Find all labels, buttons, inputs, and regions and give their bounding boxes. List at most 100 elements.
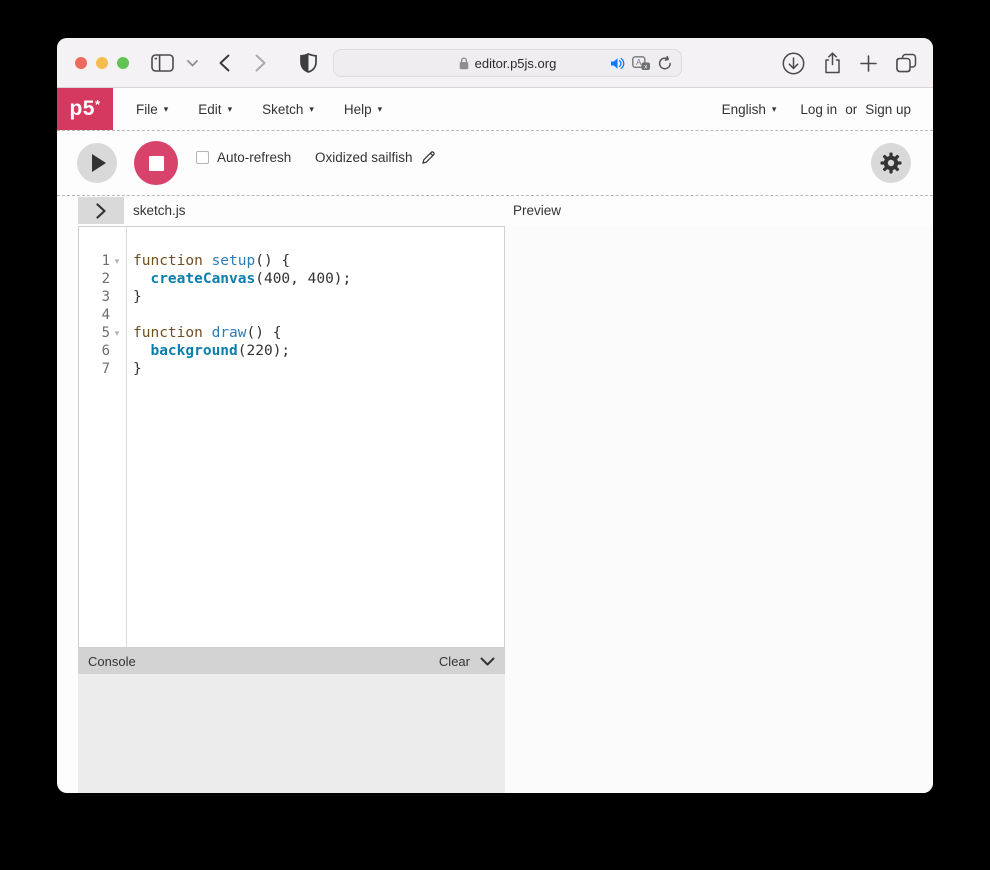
code-line[interactable]: }: [133, 360, 504, 378]
line-number: 5: [102, 325, 110, 341]
fold-arrow-icon[interactable]: ▾: [110, 256, 124, 267]
auto-refresh-checkbox[interactable]: [196, 151, 209, 164]
code-token: }: [133, 361, 142, 377]
line-number: 2: [102, 271, 110, 287]
sidebar-expand-button[interactable]: [78, 197, 124, 224]
chevron-down-icon[interactable]: [183, 38, 201, 88]
caret-down-icon: ▾: [378, 105, 383, 114]
menubar-right: English▾ Log in or Sign up: [722, 88, 933, 130]
minimize-window-button[interactable]: [96, 57, 108, 69]
auto-refresh-label: Auto-refresh: [217, 150, 291, 165]
browser-window: editor.p5js.org A x: [57, 38, 933, 793]
code-line[interactable]: createCanvas(400, 400);: [133, 270, 504, 288]
console-header: Console Clear: [78, 648, 505, 674]
p5-logo[interactable]: p5*: [57, 88, 113, 130]
line-number: 4: [102, 307, 110, 323]
screenshot-stage: editor.p5js.org A x: [0, 0, 990, 870]
p5-logo-text: p5: [69, 97, 95, 121]
stop-button[interactable]: [134, 141, 178, 185]
console-collapse-chevron-icon[interactable]: [480, 657, 495, 666]
auto-refresh-control: Auto-refresh: [196, 150, 291, 165]
line-number: 3: [102, 289, 110, 305]
url-bar[interactable]: editor.p5js.org A x: [333, 49, 682, 77]
zoom-window-button[interactable]: [117, 57, 129, 69]
settings-button[interactable]: [871, 143, 911, 183]
browser-chrome: editor.p5js.org A x: [57, 38, 933, 88]
gutter-row: 5▾: [79, 324, 126, 342]
new-tab-icon[interactable]: [856, 38, 880, 88]
gutter-row: 6: [79, 342, 126, 360]
code-line[interactable]: [133, 306, 504, 324]
close-window-button[interactable]: [75, 57, 87, 69]
gutter-row: 2: [79, 270, 126, 288]
code-token: draw: [212, 325, 247, 341]
code-line[interactable]: }: [133, 288, 504, 306]
console-title: Console: [88, 654, 136, 669]
line-number-gutter: 1▾2345▾67: [79, 227, 127, 647]
traffic-lights: [75, 57, 129, 69]
console-clear-button[interactable]: Clear: [439, 654, 470, 669]
gutter-row: 3: [79, 288, 126, 306]
forward-icon[interactable]: [249, 38, 271, 88]
line-number: 6: [102, 343, 110, 359]
url-bar-right-icons: A x: [610, 50, 672, 76]
share-icon[interactable]: [820, 38, 844, 88]
code-token: }: [133, 289, 142, 305]
code-content[interactable]: function setup() { createCanvas(400, 400…: [127, 227, 504, 647]
code-line[interactable]: background(220);: [133, 342, 504, 360]
tab-sketch-js[interactable]: sketch.js: [133, 203, 186, 218]
fold-arrow-icon[interactable]: ▾: [110, 328, 124, 339]
code-line[interactable]: function draw() {: [133, 324, 504, 342]
downloads-icon[interactable]: [780, 38, 806, 88]
menu-help-label: Help: [344, 102, 372, 117]
preview-label: Preview: [513, 203, 561, 218]
line-number: 1: [102, 253, 110, 269]
tab-row: sketch.js Preview: [57, 196, 933, 226]
code-token: function: [133, 253, 212, 269]
code-token: [133, 343, 150, 359]
code-line[interactable]: function setup() {: [133, 252, 504, 270]
menu-help[interactable]: Help ▾: [329, 88, 397, 130]
back-icon[interactable]: [213, 38, 235, 88]
gutter-row: 7: [79, 360, 126, 378]
svg-text:A: A: [636, 58, 642, 67]
code-token: (220);: [238, 343, 290, 359]
edit-pencil-icon[interactable]: [421, 150, 436, 165]
console-output: [78, 674, 505, 793]
login-link[interactable]: Log in: [800, 102, 837, 117]
editor-pane: 1▾2345▾67 function setup() { createCanva…: [78, 226, 505, 793]
line-number: 7: [102, 361, 110, 377]
menu-edit[interactable]: Edit▾: [183, 88, 247, 130]
caret-down-icon: ▾: [772, 105, 777, 114]
play-button[interactable]: [77, 143, 117, 183]
language-selector[interactable]: English▾: [722, 102, 777, 117]
gutter-row: 4: [79, 306, 126, 324]
preview-pane: [505, 226, 933, 793]
or-text: or: [845, 102, 857, 117]
menu-file[interactable]: File ▾: [121, 88, 183, 130]
code-token: () {: [255, 253, 290, 269]
code-token: setup: [212, 253, 256, 269]
main-area: 1▾2345▾67 function setup() { createCanva…: [57, 226, 933, 793]
caret-down-icon: ▾: [228, 105, 233, 114]
code-token: background: [150, 343, 237, 359]
tab-overview-icon[interactable]: [892, 38, 920, 88]
code-editor[interactable]: 1▾2345▾67 function setup() { createCanva…: [78, 226, 505, 648]
caret-down-icon: ▾: [309, 105, 314, 114]
shield-privacy-icon[interactable]: [296, 38, 320, 88]
audio-playing-icon[interactable]: [610, 57, 625, 70]
menu-file-label: File: [136, 102, 158, 117]
sidebar-toggle-icon[interactable]: [148, 38, 176, 88]
url-address: editor.p5js.org: [459, 56, 557, 71]
lock-icon: [459, 57, 469, 70]
p5-menubar: p5* File ▾ Edit▾ Sketch▾ Help ▾ English▾: [57, 88, 933, 131]
translate-icon[interactable]: A x: [632, 56, 651, 71]
caret-down-icon: ▾: [164, 105, 169, 114]
code-token: [133, 271, 150, 287]
menu-items: File ▾ Edit▾ Sketch▾ Help ▾: [121, 88, 397, 130]
signup-link[interactable]: Sign up: [865, 102, 911, 117]
sketch-name: Oxidized sailfish: [315, 150, 413, 165]
reload-icon[interactable]: [658, 56, 672, 71]
menu-sketch[interactable]: Sketch▾: [247, 88, 329, 130]
gear-icon: [879, 151, 903, 175]
